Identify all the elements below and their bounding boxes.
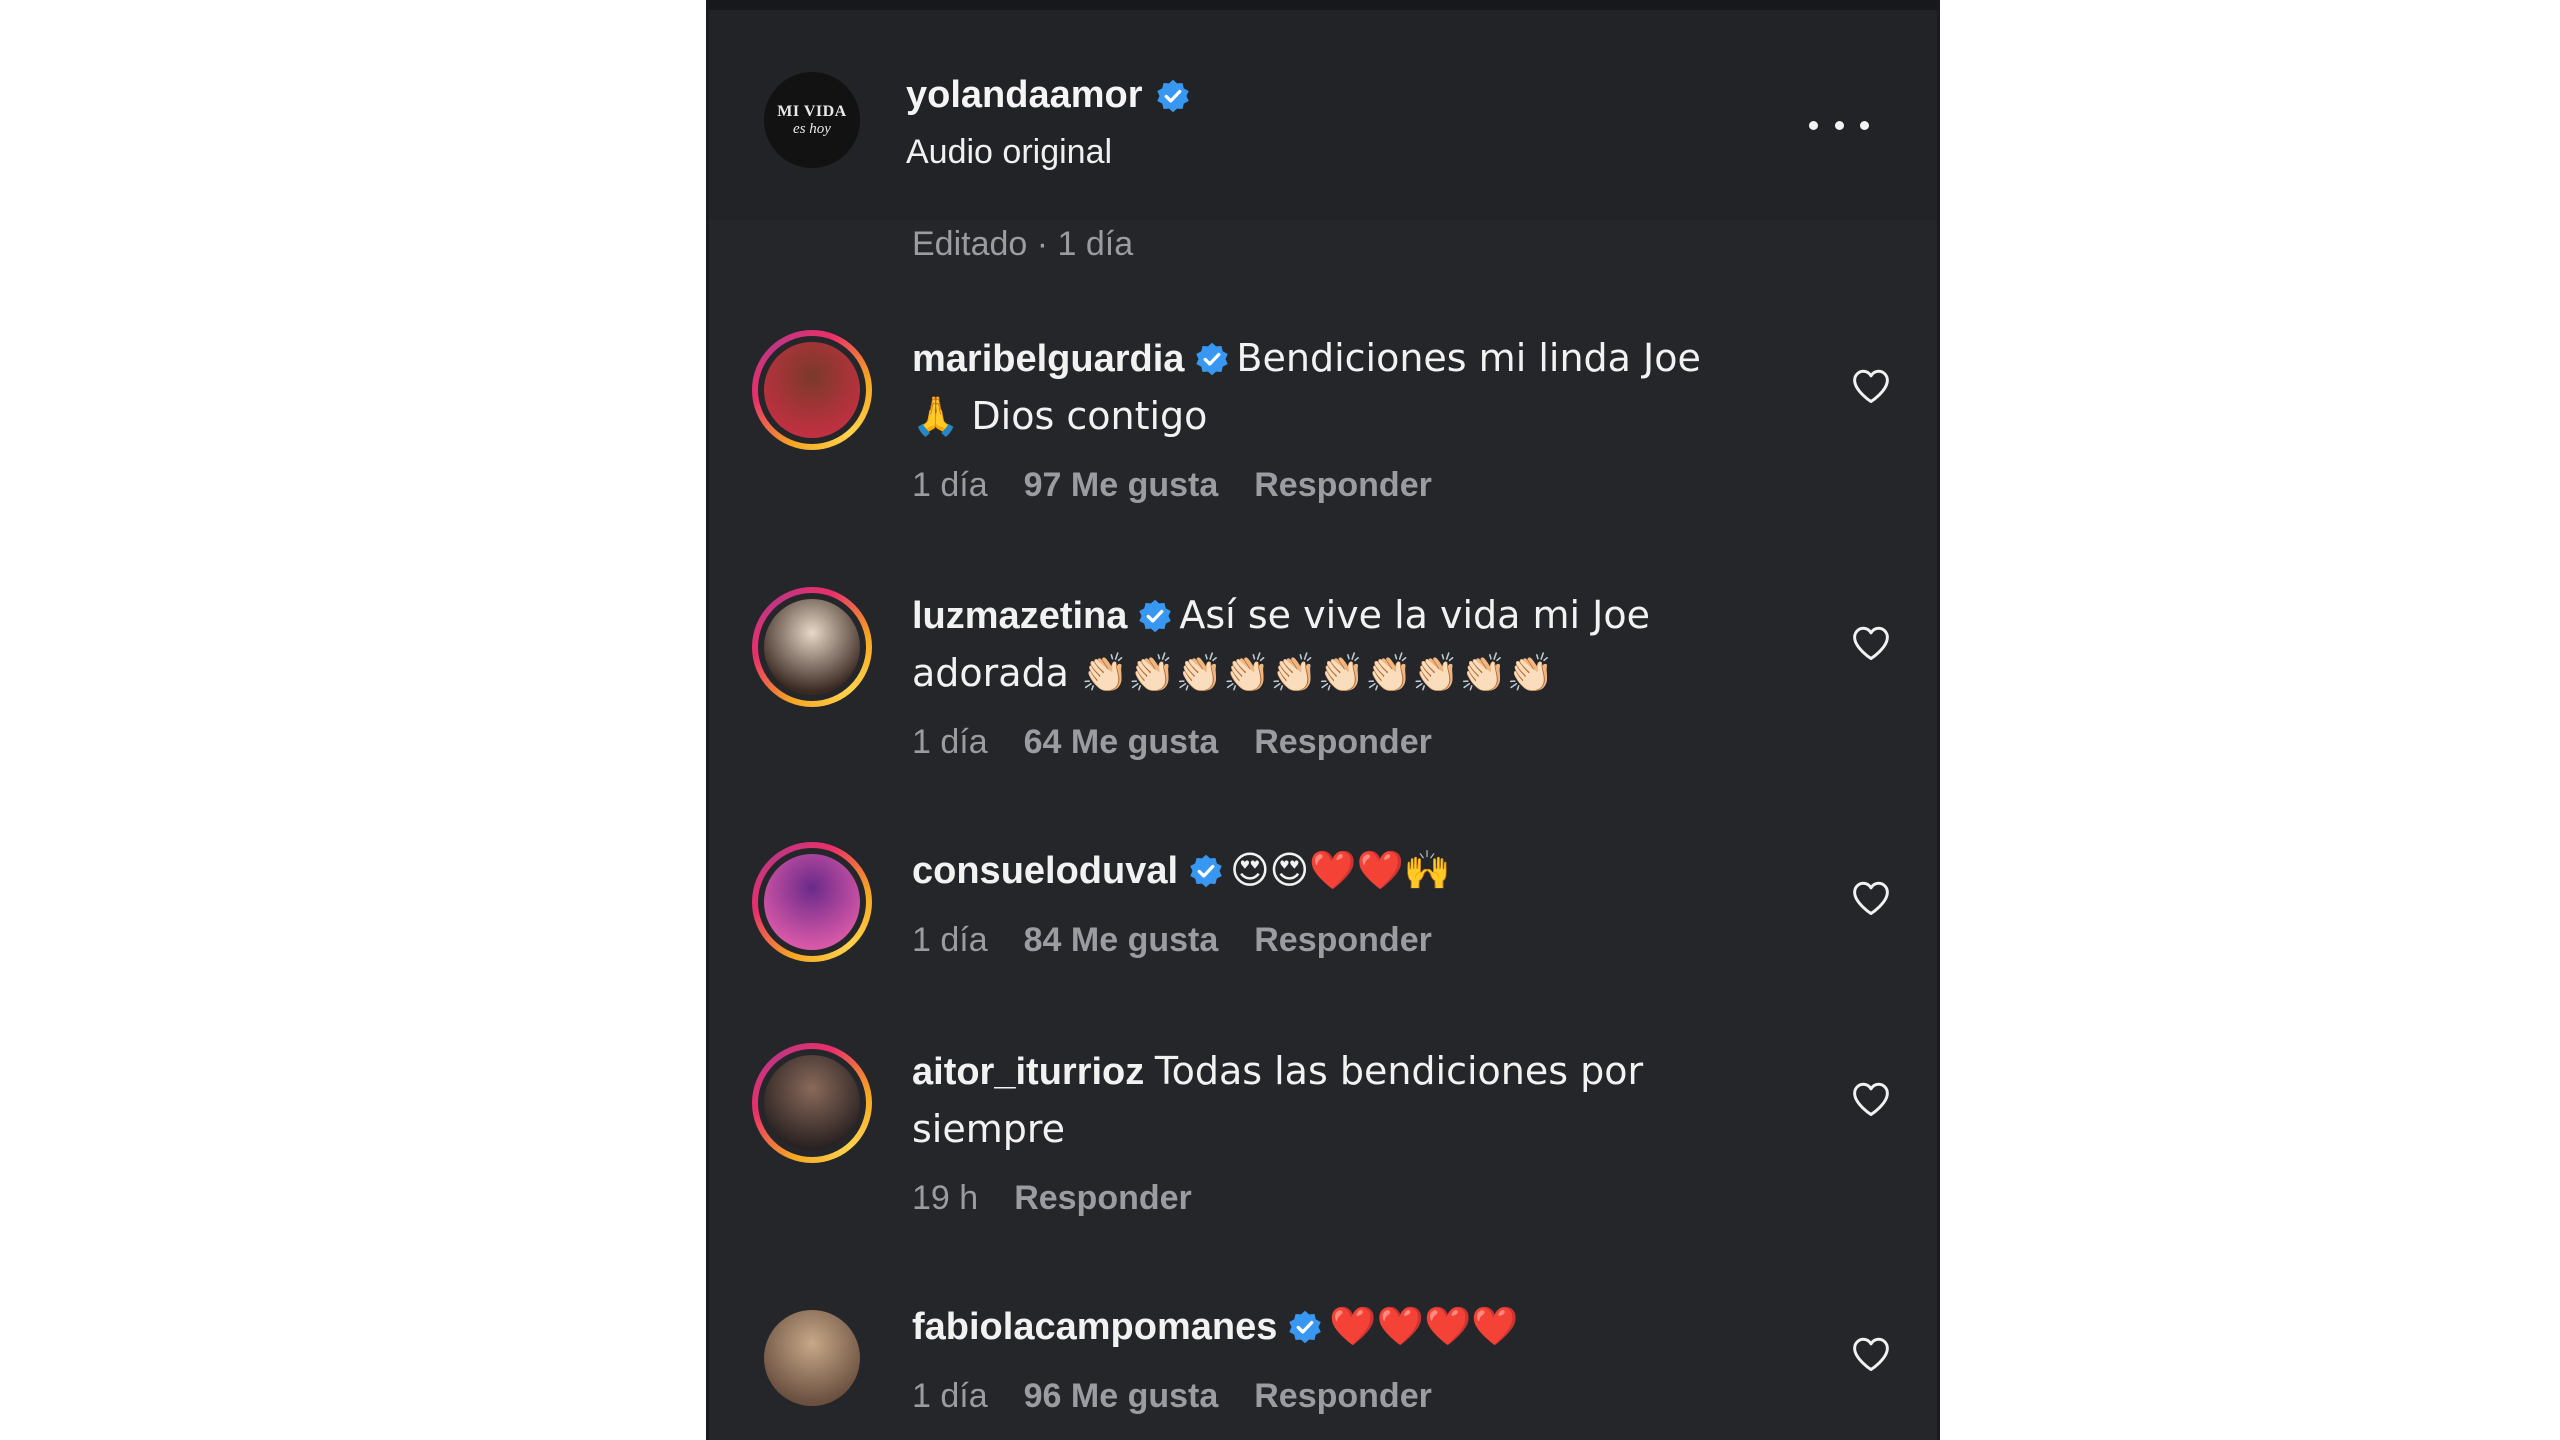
comment-body-line2: siempre [912, 1107, 1066, 1151]
comment-username[interactable]: aitor_iturrioz [912, 1051, 1144, 1093]
comment-likes-count[interactable]: 64 Me gusta [1024, 723, 1219, 762]
comment-avatar[interactable] [752, 330, 872, 450]
comment-text: luzmazetina Así se vive la vida mi Joe ado… [912, 587, 1792, 703]
reply-button[interactable]: Responder [1254, 921, 1432, 960]
comment-avatar[interactable] [752, 1043, 872, 1163]
like-heart-icon[interactable] [1851, 1081, 1891, 1117]
comment-body-line1: ❤️❤️❤️❤️ [1329, 1304, 1519, 1348]
comment-timestamp: 1 día [912, 1377, 988, 1415]
panel-top-bar [709, 0, 1937, 10]
comment-text: fabiolacampomanes ❤️❤️❤️❤️ [912, 1298, 1792, 1356]
reply-button[interactable]: Responder [1254, 723, 1432, 762]
comment-body-line2: adorada 👏🏻👏🏻👏🏻👏🏻👏🏻👏🏻👏🏻👏🏻👏🏻👏🏻 [912, 651, 1555, 695]
audio-label[interactable]: Audio original [906, 133, 1112, 172]
reply-button[interactable]: Responder [1254, 1377, 1432, 1416]
verified-badge-icon [1156, 79, 1189, 112]
author-avatar[interactable]: MI VIDA es hoy [764, 72, 860, 168]
like-heart-icon[interactable] [1851, 1336, 1891, 1372]
comment-meta: 1 día 84 Me gusta Responder [912, 921, 1432, 960]
comment-username[interactable]: luzmazetina [912, 595, 1127, 637]
verified-badge-icon [1190, 854, 1222, 888]
comment-meta: 1 día 96 Me gusta Responder [912, 1377, 1432, 1416]
comment-text: aitor_iturrioz Todas las bendiciones por… [912, 1043, 1792, 1159]
reply-button[interactable]: Responder [1254, 466, 1432, 505]
verified-badge-icon [1139, 599, 1172, 633]
reply-button[interactable]: Responder [1014, 1179, 1192, 1218]
comment-username[interactable]: maribelguardia [912, 338, 1184, 380]
comment-likes-count[interactable]: 97 Me gusta [1024, 466, 1219, 505]
like-heart-icon[interactable] [1851, 625, 1891, 661]
comment-likes-count[interactable]: 96 Me gusta [1024, 1377, 1219, 1416]
post-edited-meta: Editado · 1 día [912, 225, 1134, 263]
comment-username[interactable]: consueloduval [912, 850, 1178, 892]
comment-meta: 19 h Responder [912, 1179, 1192, 1218]
verified-badge-icon [1289, 1310, 1322, 1344]
comment-text: maribelguardia Bendiciones mi linda Joe 🙏 … [912, 330, 1792, 446]
author-line: yolandaamor [906, 74, 1191, 117]
comment-body-line1: Así se vive la vida mi Joe [1179, 593, 1651, 637]
comment-likes-count[interactable]: 84 Me gusta [1024, 921, 1219, 960]
comment-username[interactable]: fabiolacampomanes [912, 1306, 1277, 1348]
comment-avatar[interactable] [752, 842, 872, 962]
post-header: MI VIDA es hoy yolandaamor Audio origina… [709, 10, 1937, 220]
like-heart-icon[interactable] [1851, 880, 1891, 916]
author-username[interactable]: yolandaamor [906, 74, 1143, 117]
comment-meta: 1 día 97 Me gusta Responder [912, 466, 1432, 505]
comment-timestamp: 1 día [912, 921, 988, 959]
avatar-logo-top: MI VIDA [777, 102, 847, 120]
comments-panel: MI VIDA es hoy yolandaamor Audio origina… [706, 0, 1940, 1440]
more-options-icon[interactable] [1809, 110, 1869, 140]
comment-timestamp: 19 h [912, 1179, 979, 1217]
comment-body-line1: Todas las bendiciones por [1154, 1049, 1644, 1093]
comment-avatar[interactable] [764, 1310, 860, 1406]
like-heart-icon[interactable] [1851, 368, 1891, 404]
comment-timestamp: 1 día [912, 723, 988, 761]
comment-text: consueloduval 😍😍❤️❤️🙌 [912, 842, 1792, 900]
comment-timestamp: 1 día [912, 466, 988, 504]
comment-meta: 1 día 64 Me gusta Responder [912, 723, 1432, 762]
comment-body-line2: 🙏 Dios contigo [912, 394, 1208, 438]
comment-body-line1: Bendiciones mi linda Joe [1236, 336, 1701, 380]
avatar-logo-bottom: es hoy [793, 120, 831, 137]
comment-body-line1: 😍😍❤️❤️🙌 [1230, 848, 1452, 892]
verified-badge-icon [1196, 342, 1229, 376]
comment-avatar[interactable] [752, 587, 872, 707]
